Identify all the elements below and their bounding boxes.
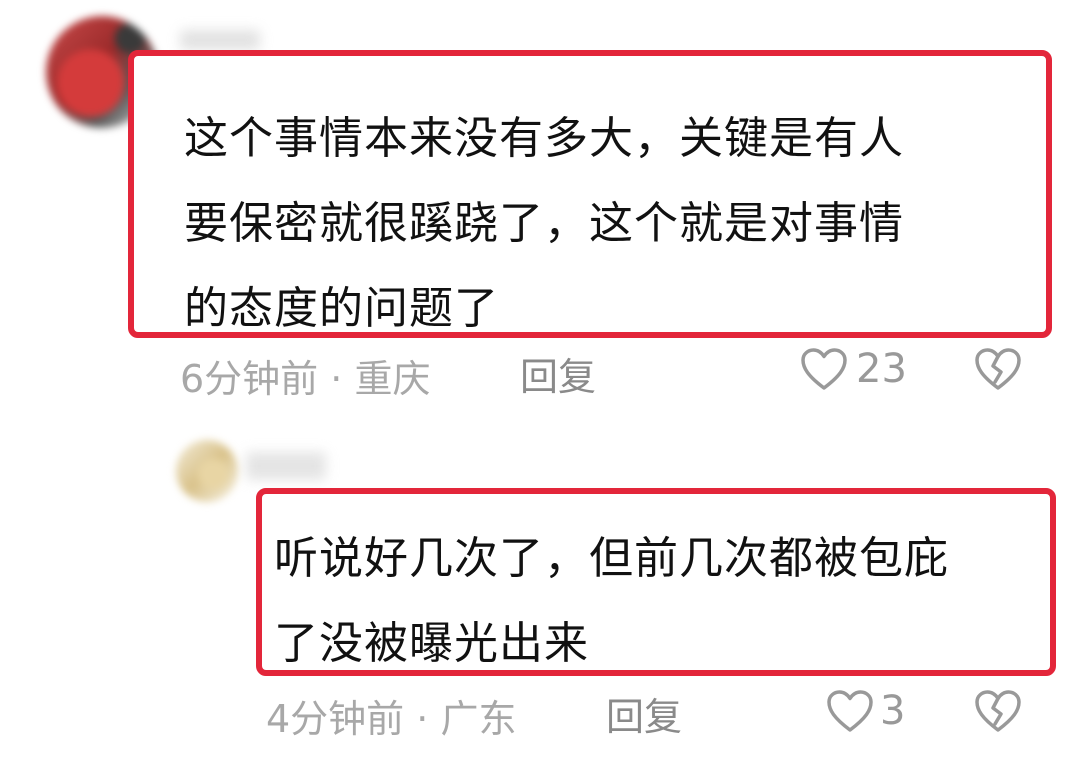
like-count: 23 (856, 346, 907, 392)
reply-button[interactable]: 回复 (606, 686, 682, 741)
reply-button[interactable]: 回复 (520, 346, 596, 401)
user-avatar[interactable] (176, 440, 238, 502)
comment-text: 这个事情本来没有多大，关键是有人 要保密就很蹊跷了，这个就是对事情 的态度的问题… (184, 96, 1044, 351)
comment-time: 6分钟前 (180, 357, 319, 401)
broken-heart-icon[interactable] (974, 690, 1022, 734)
heart-outline-icon[interactable] (800, 348, 848, 392)
comment-text-line: 这个事情本来没有多大，关键是有人 (184, 113, 904, 164)
comment-highlight-box: 听说好几次了，但前几次都被包庇 了没被曝光出来 (256, 488, 1056, 676)
comment-text-line: 的态度的问题了 (184, 283, 499, 334)
username-blurred[interactable] (246, 452, 326, 480)
meta-separator: · (416, 697, 429, 741)
comment-text-line: 听说好几次了，但前几次都被包庇 (274, 533, 949, 584)
comment-location: 重庆 (354, 357, 431, 401)
broken-heart-icon[interactable] (974, 348, 1022, 392)
comment-time: 4分钟前 (266, 697, 405, 741)
comment-meta: 6分钟前 · 重庆 (180, 348, 430, 403)
heart-outline-icon[interactable] (826, 690, 874, 734)
meta-separator: · (330, 357, 343, 401)
like-count: 3 (880, 688, 906, 734)
comment-text: 听说好几次了，但前几次都被包庇 了没被曝光出来 (274, 516, 1064, 686)
comment-text-line: 了没被曝光出来 (274, 618, 589, 669)
username-blurred[interactable] (180, 30, 260, 50)
comment-meta: 4分钟前 · 广东 (266, 688, 516, 743)
comment-location: 广东 (440, 697, 517, 741)
comment-highlight-box: 这个事情本来没有多大，关键是有人 要保密就很蹊跷了，这个就是对事情 的态度的问题… (128, 50, 1052, 338)
comment-text-line: 要保密就很蹊跷了，这个就是对事情 (184, 198, 904, 249)
